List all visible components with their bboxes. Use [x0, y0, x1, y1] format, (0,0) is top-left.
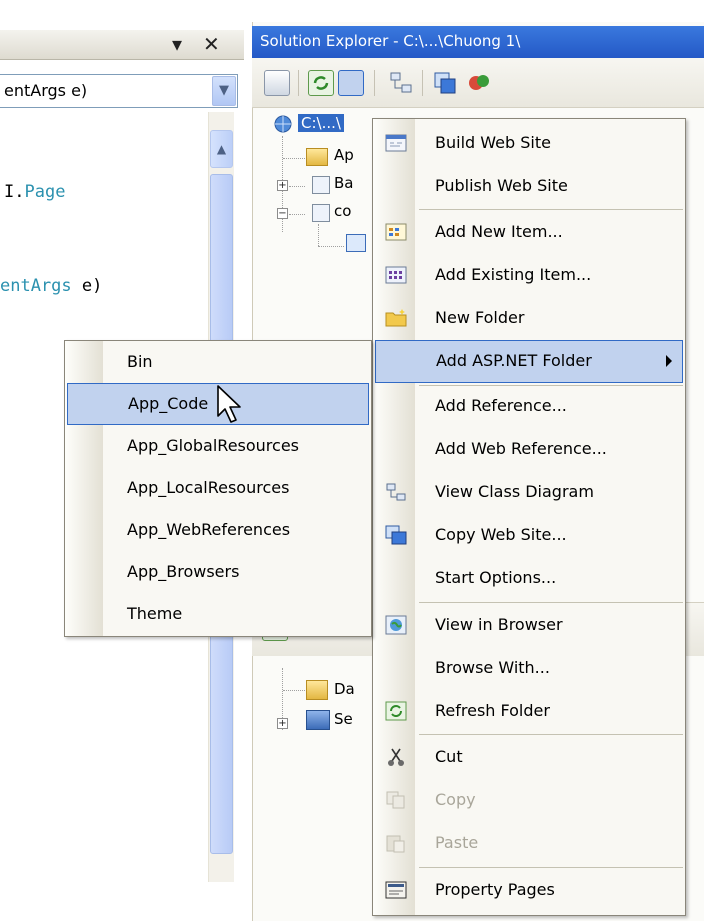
build-web-site-icon: [385, 133, 407, 153]
member-combo[interactable]: entArgs e) ▼: [0, 74, 238, 108]
menu-item-build-web-site[interactable]: Build Web Site: [373, 122, 685, 165]
servers-icon: [306, 710, 330, 730]
tree-line: [289, 186, 305, 187]
menu-item-add-web-reference[interactable]: Add Web Reference...: [373, 428, 685, 471]
chevron-down-icon[interactable]: ▼: [212, 76, 236, 106]
expand-plus-icon[interactable]: +: [277, 180, 288, 191]
refresh-icon: [385, 701, 407, 721]
nest-related-files-icon[interactable]: [338, 70, 364, 96]
new-folder-icon: [385, 308, 407, 328]
paste-icon: [385, 833, 407, 853]
file-icon: [312, 176, 330, 194]
tree-line: [318, 224, 319, 246]
scroll-up-icon[interactable]: ▲: [210, 130, 233, 168]
menu-item-view-in-browser[interactable]: View in Browser: [373, 604, 685, 647]
refresh-icon[interactable]: [308, 70, 334, 96]
submenu-item-app-localresources[interactable]: App_LocalResources: [65, 467, 371, 510]
editor-title-bar: ▾ ✕: [0, 30, 244, 60]
tree-item-label[interactable]: Ap: [334, 146, 354, 164]
menu-item-copy[interactable]: Copy: [373, 779, 685, 822]
copy-web-site-icon[interactable]: [432, 70, 458, 96]
code-file-icon: [346, 234, 366, 252]
menu-item-start-options[interactable]: Start Options...: [373, 557, 685, 600]
submenu-item-bin[interactable]: Bin: [65, 341, 371, 384]
menu-item-publish-web-site[interactable]: Publish Web Site: [373, 165, 685, 208]
copy-web-site-icon: [385, 525, 407, 545]
toolbar-separator: [422, 70, 423, 96]
submenu-item-app-browsers[interactable]: App_Browsers: [65, 551, 371, 594]
menu-separator: [419, 734, 683, 735]
member-combo-value: entArgs e): [4, 81, 88, 100]
menu-separator: [419, 209, 683, 210]
website-icon: [272, 114, 294, 134]
tree-line: [289, 214, 305, 215]
add-new-item-icon: [385, 222, 407, 242]
class-diagram-icon: [385, 482, 407, 502]
expand-plus-icon[interactable]: +: [277, 718, 288, 729]
submenu-item-app-webreferences[interactable]: App_WebReferences: [65, 509, 371, 552]
menu-item-property-pages[interactable]: Property Pages: [373, 869, 685, 912]
menu-item-add-reference[interactable]: Add Reference...: [373, 385, 685, 428]
menu-item-browse-with[interactable]: Browse With...: [373, 647, 685, 690]
menu-item-view-class-diagram[interactable]: View Class Diagram: [373, 471, 685, 514]
solution-explorer-toolbar: [252, 58, 704, 108]
menu-separator: [419, 867, 683, 868]
menu-item-copy-web-site[interactable]: Copy Web Site...: [373, 514, 685, 557]
class-diagram-icon[interactable]: [388, 70, 414, 96]
menu-item-add-new-item[interactable]: Add New Item...: [373, 211, 685, 254]
menu-item-cut[interactable]: Cut: [373, 736, 685, 779]
dropdown-arrow-icon[interactable]: ▾: [172, 34, 182, 54]
submenu-item-theme[interactable]: Theme: [65, 593, 371, 636]
context-menu: Build Web Site Publish Web Site Add New …: [372, 118, 686, 916]
submenu-item-app-globalresources[interactable]: App_GlobalResources: [65, 425, 371, 468]
menu-item-add-asp-net-folder[interactable]: Add ASP.NET Folder: [375, 340, 683, 383]
file-icon: [312, 204, 330, 222]
toolbar-separator: [298, 70, 299, 96]
copy-icon: [385, 790, 407, 810]
mouse-cursor-icon: [216, 384, 246, 428]
tree-item-label[interactable]: Ba: [334, 174, 353, 192]
toolbar-separator: [374, 70, 375, 96]
menu-separator: [419, 602, 683, 603]
tree-root-label[interactable]: C:\...\: [298, 114, 344, 132]
tree-line: [283, 690, 305, 691]
menu-item-paste[interactable]: Paste: [373, 822, 685, 865]
data-connections-icon: [306, 680, 328, 700]
add-existing-item-icon: [385, 265, 407, 285]
tree-line: [283, 158, 305, 159]
code-line: entArgs e): [0, 276, 103, 296]
tree-item-label[interactable]: Da: [334, 680, 355, 698]
tree-item-label[interactable]: co: [334, 202, 351, 220]
asp-net-configuration-icon[interactable]: [466, 70, 492, 96]
menu-item-add-existing-item[interactable]: Add Existing Item...: [373, 254, 685, 297]
tree-item-label[interactable]: Se: [334, 710, 353, 728]
tree-line: [318, 246, 344, 247]
code-line: I.Page: [4, 182, 66, 202]
menu-item-new-folder[interactable]: New Folder: [373, 297, 685, 340]
folder-icon: [306, 148, 328, 166]
menu-item-refresh-folder[interactable]: Refresh Folder: [373, 690, 685, 733]
view-in-browser-icon: [385, 615, 407, 635]
property-pages-icon: [385, 880, 407, 900]
submenu-arrow-icon: [666, 355, 672, 367]
properties-icon[interactable]: [264, 70, 290, 96]
close-icon[interactable]: ✕: [203, 34, 220, 54]
collapse-minus-icon[interactable]: −: [277, 208, 288, 219]
solution-explorer-title: Solution Explorer - C:\...\Chuong 1\: [252, 26, 704, 58]
scissors-icon: [385, 747, 407, 767]
